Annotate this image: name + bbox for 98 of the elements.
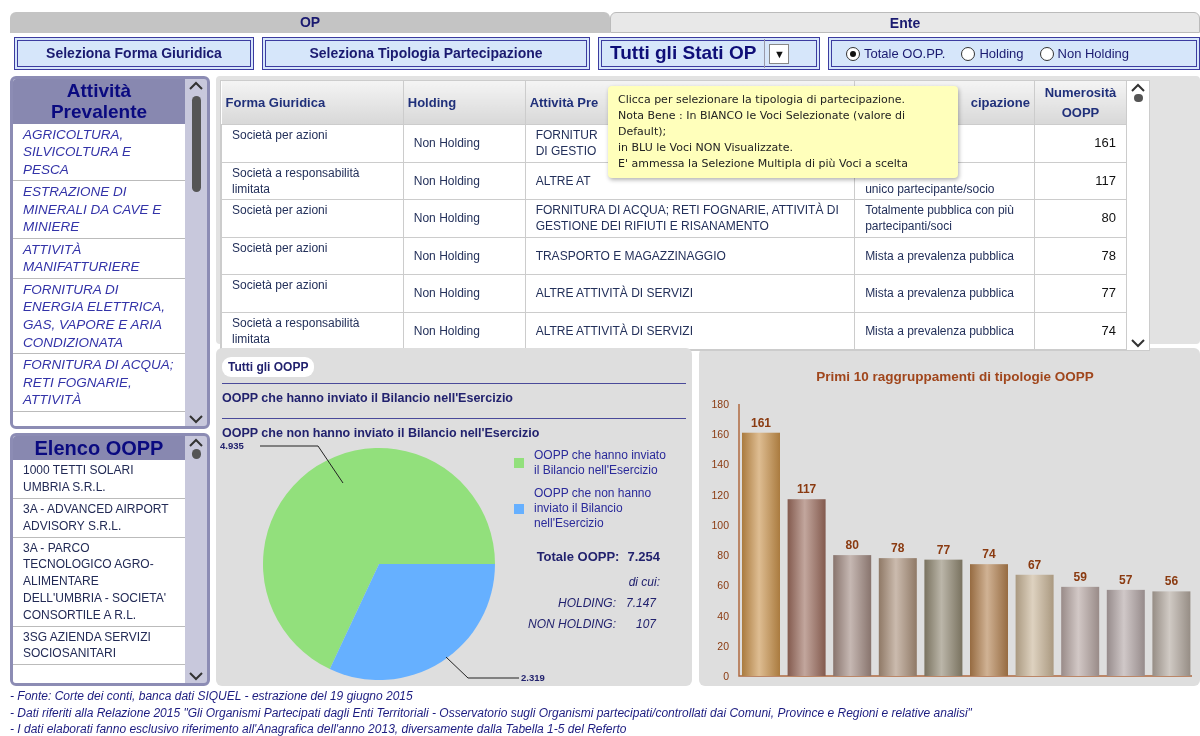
tooltip-line: in BLU le Voci NON Visualizzate.: [618, 139, 794, 156]
tab[interactable]: Ente: [610, 12, 1200, 33]
value-label: 2.319: [521, 672, 545, 683]
scroll-up-button[interactable]: [189, 438, 203, 447]
list-item[interactable]: 3SG AZIENDA SERVIZI SOCIOSANITARI: [13, 626, 185, 666]
radio-option[interactable]: Totale OO.PP.: [846, 43, 946, 64]
data-label: 161: [751, 415, 771, 430]
table-cell: Mista a prevalenza pubblica: [854, 312, 1035, 350]
filter-tag[interactable]: Tutti gli OOPP: [222, 357, 315, 377]
total-value: 7.254: [627, 548, 660, 566]
breakdown-value: 107: [634, 615, 656, 633]
radio-label: Totale OO.PP.: [864, 44, 946, 63]
table-cell: Non Holding: [403, 237, 526, 275]
scrollbar-thumb[interactable]: [1133, 94, 1143, 102]
axis-tick-label: 80: [717, 549, 729, 562]
data-label: 67: [1027, 557, 1042, 572]
dropdown-value: Tutti gli Stati OP: [602, 39, 766, 68]
data-label: 74: [982, 547, 996, 562]
data-label: 117: [796, 482, 817, 497]
data-label: 78: [891, 541, 905, 556]
radio-option[interactable]: Holding: [961, 43, 1024, 64]
status-dropdown[interactable]: Tutti gli Stati OP ▼: [598, 37, 820, 70]
data-label: 56: [1164, 574, 1179, 589]
chart-title: Primi 10 raggruppamenti di tipologie OOPP: [816, 369, 1094, 384]
table-cell: 161: [1034, 124, 1127, 162]
axis-tick-label: 140: [711, 458, 729, 471]
legend-label: OOPP che hanno inviato il Bilancio nell'Esercizio: [534, 448, 667, 478]
breakdown-value: 7.147: [624, 594, 656, 612]
filter-button[interactable]: Seleziona Forma Giuridica: [14, 37, 254, 70]
axis-tick-label: 100: [711, 518, 729, 531]
list-item[interactable]: 3A - ADVANCED AIRPORT ADVISORY S.R.L.: [13, 499, 185, 538]
filter-heading[interactable]: OOPP che hanno inviato il Bilancio nell'Esercizio: [222, 383, 686, 413]
list-item[interactable]: 1000 TETTI SOLARI UMBRIA S.R.L.: [13, 460, 185, 499]
table-cell: Mista a prevalenza pubblica: [854, 274, 1035, 312]
radio-label: Non Holding: [1057, 44, 1130, 63]
list-item[interactable]: 3A - PARCO TECNOLOGICO AGRO-ALIMENTARE DELL'UMBRIA - SOCIETA' CONSORTILE A R.L.: [13, 537, 185, 627]
breakdown-label: HOLDING:: [557, 594, 616, 612]
footnote: - Dati riferiti alla Relazione 2015 "Gli Organismi Partecipati dagli Enti Territoriali - Osservatorio sugli Organismi partecipati/controllati dai Comuni, Province e Regioni e relative analisi": [10, 705, 973, 721]
radio-button[interactable]: [846, 46, 860, 61]
axis-tick-label: 60: [717, 579, 729, 592]
value-label: 4.935: [220, 440, 244, 451]
list-item[interactable]: AGRICOLTURA, SILVICOLTURA E PESCA: [13, 123, 185, 182]
scroll-up-button[interactable]: [189, 81, 203, 90]
radio-button[interactable]: [961, 46, 976, 61]
table-cell: Non Holding: [403, 124, 526, 162]
table-cell: Società per azioni: [221, 199, 404, 237]
table-cell: Non Holding: [403, 274, 526, 312]
radio-option[interactable]: Non Holding: [1039, 43, 1130, 64]
table-cell: Totalmente pubblica con più partecipanti/soci: [854, 199, 1035, 237]
scroll-down-button[interactable]: [1131, 339, 1145, 348]
table-cell: 117: [1034, 162, 1127, 200]
axis-tick-label: 120: [711, 488, 729, 501]
footnote: - Fonte: Corte dei conti, banca dati SIQUEL - estrazione del 19 giugno 2015: [10, 689, 414, 705]
table-cell: Società per azioni: [221, 237, 404, 275]
axis-tick-label: 180: [711, 398, 729, 410]
axis-tick-label: 40: [717, 609, 729, 622]
legend-label: OOPP che non hanno inviato il Bilancio nell'Esercizio: [534, 486, 653, 531]
table-cell: FORNITURA DI ACQUA; RETI FOGNARIE, ATTIVITÀ DI GESTIONE DEI RIFIUTI E RISANAMENTO: [525, 199, 855, 237]
table-cell: Società per azioni: [221, 124, 404, 162]
table-cell: 80: [1034, 199, 1127, 237]
list-item[interactable]: FORNITURA DI ACQUA; RETI FOGNARIE, ATTIVITÀ: [13, 354, 185, 412]
table-cell: Società per azioni: [221, 274, 404, 312]
filter-button[interactable]: Seleziona Tipologia Partecipazione: [262, 37, 590, 70]
data-label: 80: [845, 538, 859, 553]
table-cell: ALTRE ATTIVITÀ DI SERVIZI: [525, 274, 855, 312]
list-header: Attività Prevalente: [13, 79, 185, 124]
tooltip-line: Clicca per selezionare la tipologia di partecipazione.: [618, 92, 906, 108]
scroll-down-button[interactable]: [189, 672, 203, 681]
table-cell: Non Holding: [403, 199, 526, 237]
axis-tick-label: 0: [723, 670, 729, 682]
scrollbar-thumb[interactable]: [191, 96, 201, 192]
data-label: 59: [1073, 569, 1087, 584]
data-label: 57: [1119, 572, 1133, 587]
table-cell: Non Holding: [403, 162, 526, 200]
axis-tick-label: 160: [711, 428, 729, 441]
radio-label: Holding: [979, 44, 1024, 63]
data-label: 77: [936, 542, 951, 557]
scroll-up-button[interactable]: [1131, 83, 1145, 92]
dropdown-caret-icon[interactable]: ▼: [769, 43, 790, 64]
table-cell: 74: [1034, 312, 1127, 350]
scroll-down-button[interactable]: [189, 415, 203, 424]
table-cell: Società a responsabilità limitata: [221, 162, 404, 200]
table-cell: 78: [1034, 237, 1127, 275]
axis-tick-label: 20: [717, 639, 729, 652]
list-item[interactable]: FORNITURA DI ENERGIA ELETTRICA, GAS, VAPORE E ARIA CONDIZIONATA: [13, 278, 185, 355]
list-item[interactable]: ATTIVITÀ MANIFATTURIERE: [13, 238, 185, 279]
radio-button[interactable]: [1039, 46, 1054, 61]
breakdown-label: NON HOLDING:: [527, 615, 616, 633]
list-header: Elenco OOPP: [13, 436, 185, 461]
table-cell: Mista a prevalenza pubblica: [854, 237, 1035, 275]
breakdown-caption: di cui:: [627, 573, 660, 591]
total-label: Totale OOPP:: [536, 548, 620, 566]
tab[interactable]: OP: [10, 12, 610, 33]
table-cell: TRASPORTO E MAGAZZINAGGIO: [525, 237, 855, 275]
scrollbar-thumb[interactable]: [191, 449, 201, 459]
table-cell: 77: [1034, 274, 1127, 312]
list-item[interactable]: ESTRAZIONE DI MINERALI DA CAVE E MINIERE: [13, 181, 185, 239]
footnote: - I dati elaborati fanno esclusivo riferimento all'Anagrafica dell'anno 2013, diversamente dalla Tabella 1-5 del Referto: [10, 722, 628, 736]
